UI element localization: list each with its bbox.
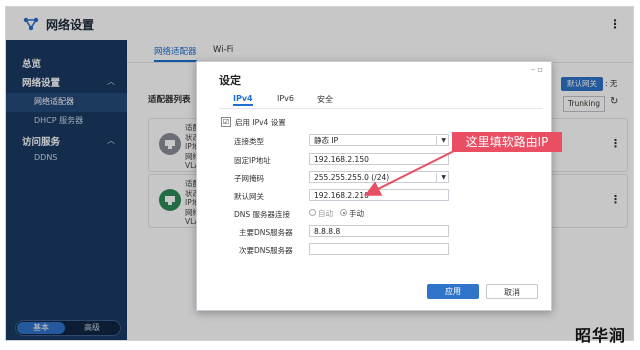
tab-ipv4[interactable]: IPv4 xyxy=(233,94,253,106)
dns-auto-radio[interactable] xyxy=(309,209,316,216)
dialog-tabs: IPv4 IPv6 安全 xyxy=(219,94,543,109)
settings-dialog: 设定 – ▫ IPv4 IPv6 安全 ☑ 启用 IPv4 设置 连接类型 静态… xyxy=(196,61,552,311)
watermark-text: 昭华涧 xyxy=(574,326,626,345)
fixed-ip-label: 固定IP地址 xyxy=(234,156,271,165)
subnet-mask-label: 子网掩码 xyxy=(234,174,264,183)
subnet-mask-select[interactable]: 255.255.255.0 (/24) ▼ xyxy=(309,171,449,183)
dns-auto-label: 自动 xyxy=(318,209,333,218)
dns-manual-label: 手动 xyxy=(349,209,364,218)
dropdown-arrow-icon: ▼ xyxy=(441,174,446,181)
apply-button[interactable]: 应用 xyxy=(427,284,479,299)
dialog-title: 设定 xyxy=(219,74,241,87)
annotation-callout: 这里填软路由IP xyxy=(452,132,562,152)
cancel-button[interactable]: 取消 xyxy=(486,284,538,299)
dialog-window-controls-icon[interactable]: – ▫ xyxy=(531,65,543,74)
tab-ipv6[interactable]: IPv6 xyxy=(277,94,294,103)
enable-ipv4-checkbox[interactable]: ☑ xyxy=(221,117,231,127)
connection-type-label: 连接类型 xyxy=(234,137,264,146)
primary-dns-input[interactable]: 8.8.8.8 xyxy=(309,225,449,237)
enable-ipv4-label: 启用 IPv4 设置 xyxy=(235,118,286,127)
dropdown-arrow-icon: ▼ xyxy=(441,137,446,144)
connection-type-select[interactable]: 静态 IP ▼ xyxy=(309,134,449,146)
gateway-label: 默认网关 xyxy=(234,192,264,201)
secondary-dns-input[interactable] xyxy=(309,243,449,255)
primary-dns-label: 主要DNS服务器 xyxy=(239,228,293,237)
dns-connection-label: DNS 服务器连接 xyxy=(234,210,291,219)
tab-security[interactable]: 安全 xyxy=(317,94,333,105)
gateway-input[interactable]: 192.168.2.210 xyxy=(309,189,449,201)
secondary-dns-label: 次要DNS服务器 xyxy=(239,246,293,255)
dns-manual-radio[interactable] xyxy=(340,209,347,216)
fixed-ip-input[interactable]: 192.168.2.150 xyxy=(309,153,449,165)
